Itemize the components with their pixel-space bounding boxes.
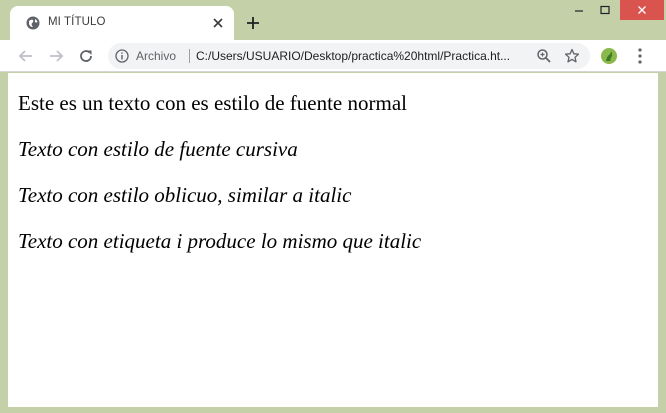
minimize-icon [575,10,583,12]
address-bar[interactable]: Archivo C:/Users/USUARIO/Desktop/practic… [108,43,590,69]
browser-toolbar: Archivo C:/Users/USUARIO/Desktop/practic… [0,40,666,72]
page-viewport: Este es un texto con es estilo de fuente… [8,73,658,407]
url-text[interactable]: C:/Users/USUARIO/Desktop/practica%20html… [196,49,510,63]
zoom-icon[interactable] [536,48,552,64]
browser-window: MI TÍTULO Archivo C:/Users/USUARIO/Deskt… [0,0,666,413]
window-close-button[interactable] [620,0,664,20]
info-icon[interactable] [115,49,129,63]
close-icon [213,18,223,28]
i-element: Texto con etiqueta i produce lo mismo qu… [18,229,422,253]
reload-icon [80,50,92,62]
reload-button[interactable] [76,46,96,66]
close-icon [638,6,646,14]
maximize-button[interactable] [592,0,618,20]
forward-button[interactable] [46,46,66,66]
maximize-icon [600,5,610,15]
new-tab-button[interactable] [243,13,263,33]
globe-icon [26,16,40,30]
minimize-button[interactable] [566,0,592,20]
text-i-tag: Texto con etiqueta i produce lo mismo qu… [18,231,421,252]
text-italic: Texto con estilo de fuente cursiva [18,137,298,161]
plus-icon [247,17,259,29]
text-oblique: Texto con estilo oblicuo, similar a ital… [18,183,352,207]
scheme-label: Archivo [136,49,177,63]
kebab-menu-icon[interactable] [632,46,648,66]
tab-title: MI TÍTULO [48,16,106,28]
tab-strip: MI TÍTULO [0,0,666,40]
omnibox-divider [189,49,190,63]
text-normal: Este es un texto con es estilo de fuente… [18,91,407,115]
arrow-left-icon [18,50,32,62]
page-content: Este es un texto con es estilo de fuente… [18,93,421,277]
arrow-right-icon [50,50,64,62]
tab-close-button[interactable] [210,15,226,31]
extension-icon[interactable] [600,47,618,65]
star-icon[interactable] [564,48,580,64]
back-button[interactable] [16,46,36,66]
tab-active[interactable]: MI TÍTULO [10,6,234,40]
